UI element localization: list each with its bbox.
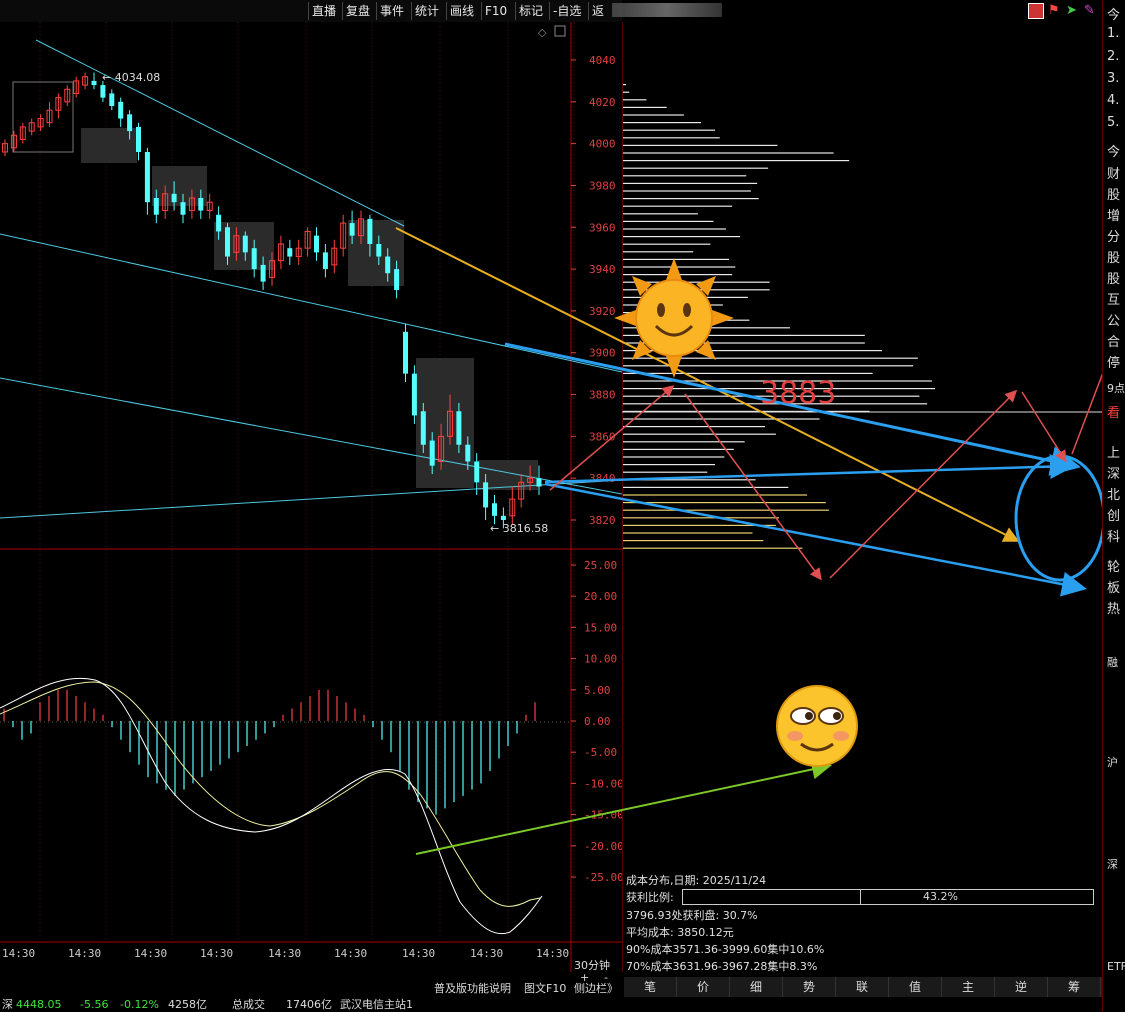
sidebar-item[interactable]: 股 [1107, 247, 1120, 266]
index-change: -5.56 [80, 998, 109, 1011]
toolbar-watchlist-button[interactable]: -自选 [549, 2, 584, 20]
sidebar-item[interactable]: 看 [1107, 402, 1120, 421]
cost-70-line: 70%成本3631.96-3967.28集中8.3% [626, 960, 818, 973]
blurred-title [612, 3, 722, 17]
index-pct: -0.12% [120, 998, 159, 1011]
help-link[interactable]: 普及版功能说明 [434, 980, 511, 996]
toolbar-draw-button[interactable]: 画线 [446, 2, 477, 20]
tab-bi[interactable]: 笔 [624, 977, 677, 997]
total-volume: 17406亿 [286, 998, 332, 1011]
sidebar-item[interactable]: 上 [1107, 442, 1120, 461]
sidebar-item[interactable]: 2. [1107, 49, 1119, 64]
smirk-emoji-icon [776, 685, 858, 767]
sidebar-item[interactable]: 今 [1107, 4, 1120, 23]
sidebar-item[interactable]: 5. [1107, 115, 1119, 130]
sidebar-item[interactable]: 1. [1107, 26, 1119, 41]
toolbar-mark-button[interactable]: 标记 [515, 2, 546, 20]
status-bar: 深 4448.05 -5.56 -0.12% 4258亿 总成交 17406亿 … [0, 997, 1102, 1012]
profit-ratio-fill [683, 890, 862, 904]
sun-emoji-icon [614, 258, 734, 378]
sidebar-item[interactable]: 科 [1107, 526, 1120, 545]
cost-info-panel: 成本分布,日期: 2025/11/24 获利比例: 43.2% 3796.93处… [624, 872, 1100, 973]
arrow-icon[interactable]: ➤ [1066, 3, 1077, 18]
sidebar-item[interactable]: 公 [1107, 310, 1120, 329]
index-volume: 4258亿 [168, 998, 207, 1011]
tab-main[interactable]: 主 [942, 977, 995, 997]
annotation-overlay: 3883 [395, 227, 1102, 855]
chart-toolbar: 直播 复盘 事件 统计 画线 F10 标记 -自选 返 [0, 0, 722, 22]
price-annotation-3883: 3883 [760, 376, 836, 411]
tool-icon[interactable]: ✎ [1084, 3, 1095, 18]
sidebar-item[interactable]: 9点 [1107, 380, 1125, 396]
f10-link[interactable]: 图文F10 [524, 980, 566, 996]
toolbar-review-button[interactable]: 复盘 [342, 2, 373, 20]
tab-price[interactable]: 价 [677, 977, 730, 997]
sidebar-item[interactable]: 财 [1107, 163, 1120, 182]
sidebar-item[interactable]: 轮 [1107, 556, 1120, 575]
sidebar-item[interactable]: 4. [1107, 93, 1119, 108]
sidebar-item[interactable]: 停 [1107, 352, 1120, 371]
toolbar-icons: ⚑ ➤ ✎ [1028, 3, 1100, 19]
sidebar-link[interactable]: 侧边栏》 [574, 980, 618, 996]
sidebar-item[interactable]: 北 [1107, 484, 1120, 503]
sidebar-item[interactable]: 股 [1107, 268, 1120, 287]
target-circle [1014, 454, 1102, 582]
sidebar-item[interactable]: 今 [1107, 141, 1120, 160]
sidebar-item[interactable]: 深 [1107, 856, 1118, 872]
sidebar-item[interactable]: 沪 [1107, 754, 1118, 770]
sidebar-item[interactable]: 股 [1107, 184, 1120, 203]
cost-title: 成本分布,日期: 2025/11/24 [626, 874, 767, 887]
profit-ratio-bar: 43.2% [682, 889, 1094, 905]
tab-chips[interactable]: 筹 [1048, 977, 1101, 997]
tab-reverse[interactable]: 逆 [995, 977, 1048, 997]
sidebar-item[interactable]: 增 [1107, 205, 1120, 224]
toolbar-live-button[interactable]: 直播 [308, 2, 339, 20]
sidebar-item[interactable]: 深 [1107, 463, 1120, 482]
cost-90-line: 90%成本3571.36-3999.60集中10.6% [626, 943, 825, 956]
toolbar-stats-button[interactable]: 统计 [411, 2, 442, 20]
index-name[interactable]: 深 [2, 997, 13, 1012]
toolbar-f10-button[interactable]: F10 [481, 2, 510, 20]
chart-footer: 30分钟 + - 普及版功能说明 图文F10 侧边栏》 [0, 959, 622, 997]
profit-line: 3796.93处获利盘: 30.7% [626, 909, 758, 922]
tab-value[interactable]: 值 [889, 977, 942, 997]
sidebar-item[interactable]: 板 [1107, 577, 1120, 596]
tab-detail[interactable]: 细 [730, 977, 783, 997]
bottom-tabs: 笔 价 细 势 联 值 主 逆 筹 [624, 977, 1102, 997]
sidebar-item[interactable]: 分 [1107, 226, 1120, 245]
server-station[interactable]: 武汉电信主站1 [340, 997, 413, 1012]
toolbar-back-button[interactable]: 返 [588, 2, 607, 20]
sidebar-item[interactable]: ETF [1107, 960, 1125, 973]
tab-trend[interactable]: 势 [783, 977, 836, 997]
avg-cost-line: 平均成本: 3850.12元 [626, 926, 734, 939]
index-value: 4448.05 [16, 998, 62, 1011]
total-label: 总成交 [232, 998, 265, 1011]
sidebar-item[interactable]: 3. [1107, 71, 1119, 86]
flag-icon[interactable]: ⚑ [1048, 3, 1060, 18]
report-icon[interactable] [1028, 3, 1044, 19]
sidebar-item[interactable]: 热 [1107, 598, 1120, 617]
tab-link[interactable]: 联 [836, 977, 889, 997]
profit-ratio-value: 43.2% [923, 890, 958, 903]
sidebar-item[interactable]: 合 [1107, 331, 1120, 350]
ratio-label: 获利比例: [626, 891, 674, 904]
sidebar-item[interactable]: 融 [1107, 654, 1118, 670]
sidebar-item[interactable]: 创 [1107, 505, 1120, 524]
toolbar-events-button[interactable]: 事件 [376, 2, 407, 20]
sidebar-item[interactable]: 互 [1107, 289, 1120, 308]
right-sidebar: 今 1. 2. 3. 4. 5. 今 财 股 增 分 股 股 互 公 合 停 9… [1102, 0, 1125, 1012]
